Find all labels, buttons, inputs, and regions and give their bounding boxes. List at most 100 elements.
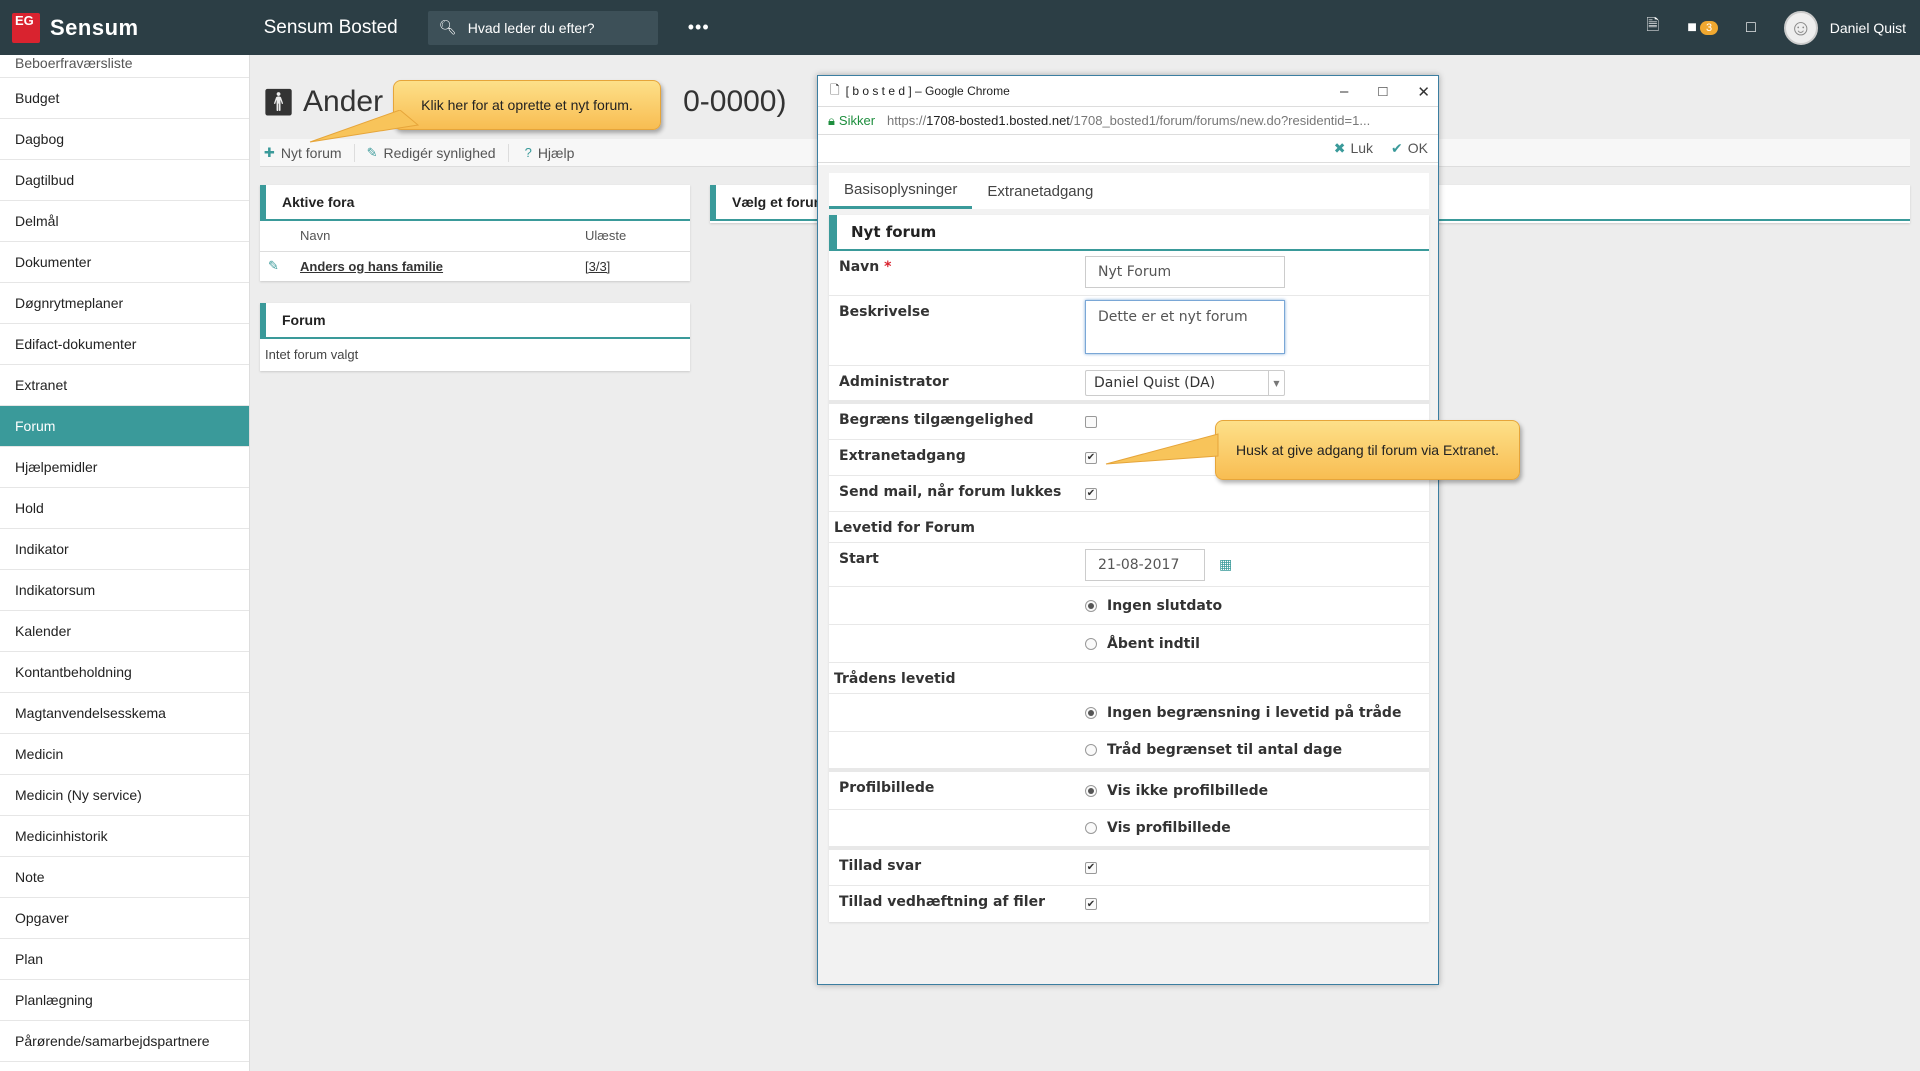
- calendar-icon[interactable]: ▦: [1219, 557, 1232, 573]
- sidebar-item-planlaegning[interactable]: Planlægning: [0, 980, 249, 1021]
- new-forum-form: Nyt forum Navn * Nyt Forum Beskrivelse D…: [829, 215, 1429, 922]
- profile-show-radio[interactable]: [1085, 822, 1097, 834]
- window-controls: – □ ✕: [1340, 76, 1430, 107]
- top-right-actions: 🗎 ■ 3 □ ☺ Daniel Quist: [1646, 0, 1906, 55]
- chevron-down-icon: ▼: [1268, 371, 1284, 395]
- minimize-icon[interactable]: –: [1340, 83, 1348, 100]
- sidebar-item-paaroerende[interactable]: Pårørende/samarbejdspartnere: [0, 1021, 249, 1062]
- sidebar-item-hold[interactable]: Hold: [0, 488, 249, 529]
- sidebar-item-medicin-ny-service[interactable]: Medicin (Ny service): [0, 775, 249, 816]
- allow-reply-checkbox[interactable]: ✔: [1085, 861, 1097, 874]
- lock-icon: 🔒︎: [828, 112, 835, 128]
- sidebar-item-dokumenter[interactable]: Dokumenter: [0, 242, 249, 283]
- sendmail-checkbox[interactable]: ✔: [1085, 487, 1097, 500]
- start-date-input[interactable]: 21-08-2017: [1085, 548, 1205, 581]
- description-label: Beskrivelse: [839, 304, 930, 320]
- tab-extranetadgang[interactable]: Extranetadgang: [972, 173, 1108, 209]
- profile-hide-radio[interactable]: [1085, 784, 1097, 797]
- lifetime-section-label: Levetid for Forum: [834, 520, 975, 536]
- edit-pencil-icon[interactable]: ✎: [268, 258, 279, 273]
- sidebar-item-delmaal[interactable]: Delmål: [0, 201, 249, 242]
- sidebar-item-medicin[interactable]: Medicin: [0, 734, 249, 775]
- row-no-enddate: Ingen slutdato: [829, 587, 1429, 625]
- popup-window-title: [ b o s t e d ] – Google Chrome: [845, 84, 1010, 98]
- url-scheme: https://: [887, 113, 927, 128]
- help-button[interactable]: ? Hjælp: [509, 144, 587, 162]
- ok-button[interactable]: ✔ OK: [1391, 140, 1428, 157]
- administrator-value: Daniel Quist (DA): [1094, 375, 1216, 391]
- row-open-until: Åbent indtil: [829, 625, 1429, 663]
- sidebar-item-dagtilbud[interactable]: Dagtilbud: [0, 160, 249, 201]
- search-input[interactable]: 🔍︎ Hvad leder du efter?: [427, 10, 658, 45]
- sidebar-item-plan[interactable]: Plan: [0, 939, 249, 980]
- sidebar-item-medicinhistorik[interactable]: Medicinhistorik: [0, 816, 249, 857]
- calendar-icon[interactable]: □: [1746, 19, 1756, 37]
- row-profile-hide: Profilbillede Vis ikke profilbillede: [829, 772, 1429, 810]
- logo[interactable]: EG Sensum: [12, 12, 139, 43]
- url-path: /1708_bosted1/forum/forums/new.do?reside…: [1069, 113, 1371, 128]
- popup-actions: ✖ Luk ✔ OK: [818, 135, 1438, 163]
- chat-button[interactable]: ■ 3: [1687, 19, 1719, 37]
- maximize-icon[interactable]: □: [1378, 83, 1387, 100]
- allow-attach-checkbox[interactable]: ✔: [1085, 898, 1097, 910]
- logo-text: Sensum: [50, 14, 139, 40]
- x-icon: ✖: [1333, 140, 1346, 156]
- thread-no-limit-radio[interactable]: [1085, 706, 1097, 719]
- active-fora-title: Aktive fora: [260, 185, 690, 221]
- document-icon[interactable]: 🗎: [1646, 14, 1659, 41]
- profile-label: Profilbillede: [839, 780, 935, 796]
- user-name[interactable]: Daniel Quist: [1830, 20, 1906, 36]
- sidebar-item-opgaver[interactable]: Opgaver: [0, 898, 249, 939]
- administrator-label: Administrator: [839, 374, 949, 390]
- table-row[interactable]: ✎ Anders og hans familie [3/3]: [260, 251, 690, 281]
- row-profile-show: Vis profilbillede: [829, 810, 1429, 850]
- avatar[interactable]: ☺: [1783, 10, 1818, 45]
- administrator-select[interactable]: Daniel Quist (DA) ▼: [1085, 370, 1285, 396]
- thread-limited-label: Tråd begrænset til antal dage: [1107, 742, 1343, 758]
- sidebar-item-forum[interactable]: Forum: [0, 406, 249, 447]
- profile-show-label: Vis profilbillede: [1107, 820, 1231, 836]
- sidebar-item-budget[interactable]: Budget: [0, 78, 249, 119]
- restrict-checkbox[interactable]: [1085, 415, 1097, 428]
- top-bar: EG Sensum Sensum Bosted 🔍︎ Hvad leder du…: [0, 0, 1920, 55]
- sendmail-label: Send mail, når forum lukkes: [839, 484, 1062, 500]
- app-title: Sensum Bosted: [263, 16, 398, 38]
- sidebar-item-extranet[interactable]: Extranet: [0, 365, 249, 406]
- thread-limited-radio[interactable]: [1085, 744, 1097, 756]
- more-menu-button[interactable]: •••: [688, 17, 710, 38]
- sidebar-item-kalender[interactable]: Kalender: [0, 611, 249, 652]
- no-enddate-radio[interactable]: [1085, 599, 1097, 612]
- col-unread: Ulæste: [585, 221, 690, 252]
- sidebar-item-note[interactable]: Note: [0, 857, 249, 898]
- description-textarea[interactable]: Dette er et nyt forum: [1085, 300, 1285, 354]
- open-until-radio[interactable]: [1085, 637, 1097, 650]
- sidebar-item-beboerfravaersliste[interactable]: Beboerfraværsliste: [0, 55, 249, 78]
- new-forum-tooltip-text: Klik her for at oprette et nyt forum.: [421, 97, 633, 113]
- sidebar-item-magtanvendelsesskema[interactable]: Magtanvendelsesskema: [0, 693, 249, 734]
- profile-hide-label: Vis ikke profilbillede: [1107, 782, 1269, 799]
- extranet-checkbox[interactable]: ✔: [1085, 451, 1097, 464]
- tab-basisoplysninger[interactable]: Basisoplysninger: [829, 173, 973, 209]
- close-window-icon[interactable]: ✕: [1417, 83, 1430, 101]
- thread-section-label: Trådens levetid: [834, 671, 956, 687]
- empty-label: [829, 587, 1085, 624]
- sidebar-item-kontantbeholdning[interactable]: Kontantbeholdning: [0, 652, 249, 693]
- forum-link[interactable]: Anders og hans familie: [300, 259, 443, 274]
- sidebar-item-indikatorsum[interactable]: Indikatorsum: [0, 570, 249, 611]
- sidebar-item-edifact[interactable]: Edifact-dokumenter: [0, 324, 249, 365]
- sidebar-item-hjaelpemidler[interactable]: Hjælpemidler: [0, 447, 249, 488]
- sidebar-item-doegnrytmeplaner[interactable]: Døgnrytmeplaner: [0, 283, 249, 324]
- sidebar-item-indikator[interactable]: Indikator: [0, 529, 249, 570]
- page-icon: 🗋: [830, 82, 840, 97]
- row-thread-no-limit: Ingen begrænsning i levetid på tråde: [829, 694, 1429, 732]
- address-bar[interactable]: 🔒︎ Sikker https:// 1708-bosted1.bosted.n…: [818, 107, 1438, 135]
- popup-body: Basisoplysninger Extranetadgang Nyt foru…: [818, 165, 1438, 984]
- unread-link[interactable]: [3/3]: [585, 259, 610, 274]
- name-input[interactable]: Nyt Forum: [1085, 256, 1285, 288]
- allow-reply-label: Tillad svar: [839, 858, 922, 874]
- row-start: Start 21-08-2017 ▦: [829, 543, 1429, 587]
- forum-panel: Forum Intet forum valgt: [260, 303, 690, 371]
- row-sendmail: Send mail, når forum lukkes ✔: [829, 476, 1429, 512]
- sidebar-item-dagbog[interactable]: Dagbog: [0, 119, 249, 160]
- close-button[interactable]: ✖ Luk: [1334, 140, 1373, 157]
